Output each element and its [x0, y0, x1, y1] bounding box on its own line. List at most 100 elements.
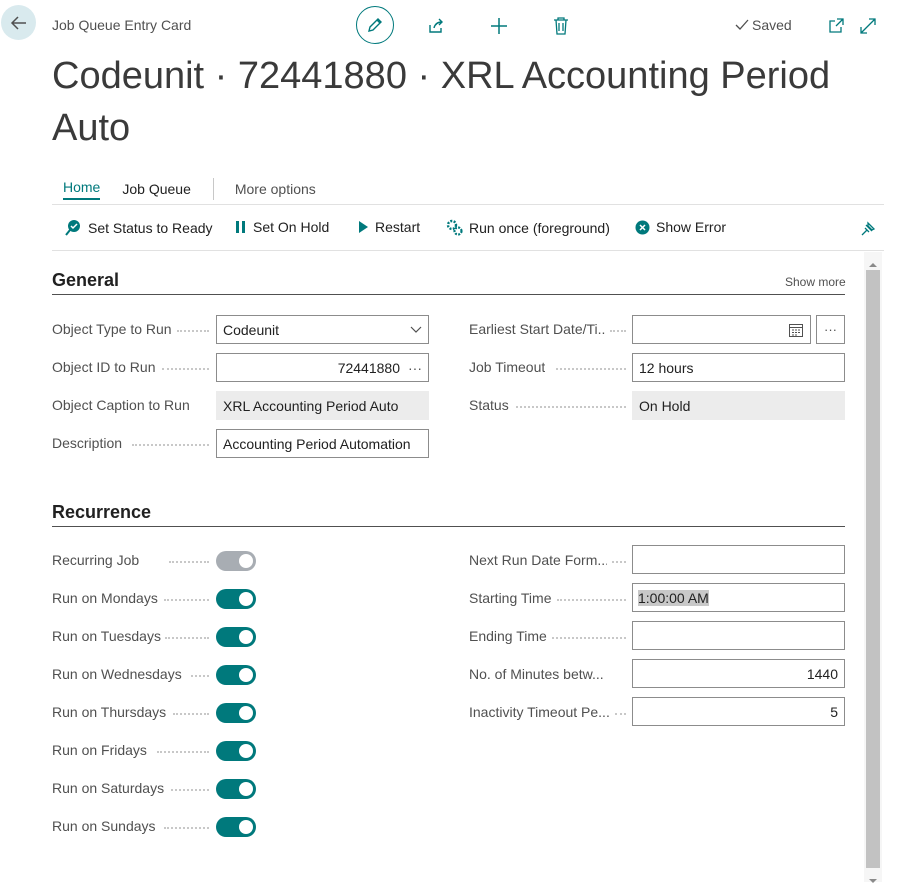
inactivity-timeout-value: 5 — [830, 703, 838, 720]
object-caption-label: Object Caption to Run — [52, 397, 190, 413]
share-icon — [429, 18, 443, 33]
toggle-knob — [239, 782, 253, 796]
restart-button[interactable]: Restart — [357, 219, 420, 235]
checkmark-icon — [735, 19, 749, 30]
starting-time-value: 1:00:00 AM — [638, 589, 709, 606]
toggle-switch[interactable] — [216, 741, 256, 761]
toggle-label: Run on Thursdays — [52, 704, 167, 720]
dotted-leader — [516, 406, 626, 408]
ellipsis-icon: ··· — [824, 322, 837, 337]
recurrence-section-title[interactable]: Recurrence — [52, 502, 151, 523]
expand-button[interactable] — [858, 16, 878, 36]
delete-button[interactable] — [551, 16, 571, 36]
job-timeout-value: 12 hours — [639, 359, 694, 376]
dotted-leader — [157, 751, 209, 753]
toggle-label: Run on Fridays — [52, 742, 147, 758]
dotted-leader — [552, 637, 626, 639]
next-run-input[interactable] — [632, 545, 845, 574]
job-timeout-input[interactable]: 12 hours — [632, 353, 845, 382]
show-error-label: Show Error — [656, 219, 727, 235]
dotted-leader — [173, 713, 209, 715]
set-on-hold-button[interactable]: Set On Hold — [235, 219, 329, 235]
ending-time-label: Ending Time — [469, 628, 547, 644]
page-title: Codeunit · 72441880 · XRL Accounting Per… — [52, 55, 831, 149]
scrollbar-thumb[interactable] — [866, 270, 880, 868]
object-type-label: Object Type to Run — [52, 321, 172, 337]
toggle-knob — [239, 706, 253, 720]
set-status-ready-icon — [65, 220, 80, 236]
dotted-leader — [615, 713, 626, 715]
toggle-switch[interactable] — [216, 551, 256, 571]
dotted-leader — [132, 444, 209, 446]
lookup-ellipsis-icon[interactable]: ··· — [408, 360, 422, 376]
new-button[interactable] — [489, 16, 509, 36]
trash-icon — [554, 17, 568, 35]
general-section-title[interactable]: General — [52, 270, 119, 291]
next-run-label: Next Run Date Form... — [469, 552, 607, 568]
dotted-leader — [169, 561, 209, 563]
description-input[interactable]: Accounting Period Automation — [216, 429, 429, 458]
back-button[interactable] — [1, 5, 36, 40]
dotted-leader — [165, 637, 209, 639]
earliest-start-input[interactable] — [632, 315, 811, 344]
toggle-label: Recurring Job — [52, 552, 140, 568]
play-icon — [359, 221, 368, 233]
pin-actions-button[interactable] — [858, 219, 878, 239]
saved-label: Saved — [752, 17, 792, 33]
object-type-value: Codeunit — [223, 321, 280, 338]
job-timeout-label: Job Timeout — [469, 359, 546, 375]
object-id-input[interactable]: 72441880 ··· — [216, 353, 429, 382]
expand-icon — [860, 18, 876, 34]
scroll-down-arrow-icon[interactable] — [867, 872, 879, 888]
dotted-leader — [164, 827, 209, 829]
open-new-window-button[interactable] — [826, 16, 846, 36]
tab-more-options[interactable]: More options — [235, 181, 316, 197]
show-error-button[interactable]: Show Error — [635, 219, 726, 235]
show-more-link[interactable]: Show more — [785, 275, 846, 289]
dotted-leader — [177, 330, 209, 332]
action-tabs: Home Job Queue More options — [63, 178, 316, 200]
toggle-knob — [239, 554, 253, 568]
toggle-label: Run on Sundays — [52, 818, 156, 834]
tab-job-queue[interactable]: Job Queue — [122, 181, 191, 197]
pin-icon — [861, 221, 876, 236]
description-value: Accounting Period Automation — [223, 435, 411, 452]
toggle-label: Run on Tuesdays — [52, 628, 161, 644]
toggle-switch[interactable] — [216, 779, 256, 799]
minutes-between-input[interactable]: 1440 — [632, 659, 845, 688]
gears-icon — [446, 219, 463, 236]
starting-time-input[interactable]: 1:00:00 AM — [632, 583, 845, 612]
status-label: Status — [469, 397, 509, 413]
toggle-switch[interactable] — [216, 627, 256, 647]
toggle-label: Run on Wednesdays — [52, 666, 182, 682]
ending-time-input[interactable] — [632, 621, 845, 650]
set-status-ready-label: Set Status to Ready — [88, 219, 213, 236]
run-once-label: Run once (foreground) — [469, 219, 610, 236]
object-type-select[interactable]: Codeunit — [216, 315, 429, 344]
status-field: On Hold — [632, 391, 845, 420]
saved-indicator: Saved — [735, 17, 792, 33]
toggle-switch[interactable] — [216, 665, 256, 685]
earliest-start-more-button[interactable]: ··· — [816, 315, 845, 344]
inactivity-timeout-input[interactable]: 5 — [632, 697, 845, 726]
edit-button[interactable] — [356, 6, 394, 44]
pause-icon — [236, 221, 245, 233]
run-once-button[interactable]: Run once (foreground) — [446, 219, 610, 236]
chevron-down-icon — [410, 326, 422, 333]
object-id-value: 72441880 — [337, 359, 400, 376]
calendar-icon[interactable] — [788, 322, 804, 338]
share-button[interactable] — [426, 16, 446, 36]
tab-home[interactable]: Home — [63, 179, 101, 200]
toggle-switch[interactable] — [216, 589, 256, 609]
minutes-between-label: No. of Minutes betw... — [469, 666, 604, 682]
arrow-left-icon — [10, 15, 26, 30]
toggle-knob — [239, 820, 253, 834]
error-icon — [635, 220, 650, 234]
open-in-new-window-icon — [829, 18, 844, 33]
set-status-ready-button[interactable]: Set Status to Ready — [65, 219, 213, 236]
status-value: On Hold — [639, 397, 691, 414]
toggle-switch[interactable] — [216, 817, 256, 837]
toggle-switch[interactable] — [216, 703, 256, 723]
general-section-divider — [52, 294, 845, 295]
description-label: Description — [52, 435, 123, 451]
